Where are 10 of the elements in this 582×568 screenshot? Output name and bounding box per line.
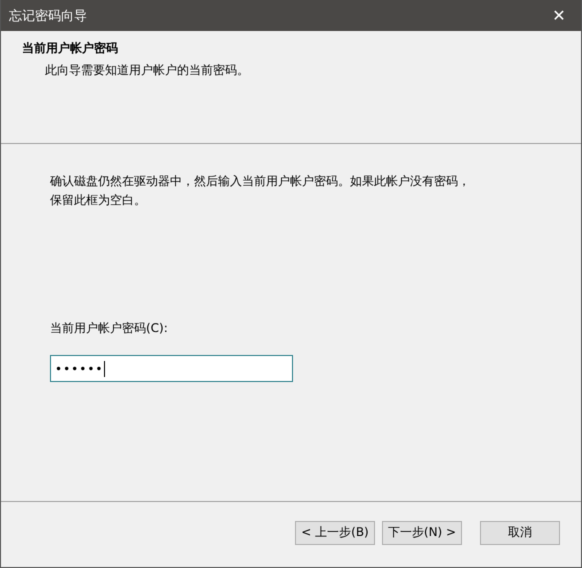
back-button[interactable]: < 上一步(B) — [295, 520, 375, 544]
close-button[interactable]: ✕ — [537, 2, 581, 29]
header-subtitle: 此向导需要知道用户帐户的当前密码。 — [45, 62, 249, 79]
header-title: 当前用户帐户密码 — [22, 40, 118, 57]
instructions-text: 确认磁盘仍然在驱动器中，然后输入当前用户帐户密码。如果此帐户没有密码，保留此框为空白。 — [50, 173, 471, 209]
next-button[interactable]: 下一步(N) > — [382, 520, 462, 544]
password-label: 当前用户帐户密码(C): — [50, 320, 168, 337]
password-field[interactable]: •••••• — [50, 355, 293, 382]
window-title: 忘记密码向导 — [9, 8, 87, 24]
cancel-button[interactable]: 取消 — [480, 520, 560, 544]
